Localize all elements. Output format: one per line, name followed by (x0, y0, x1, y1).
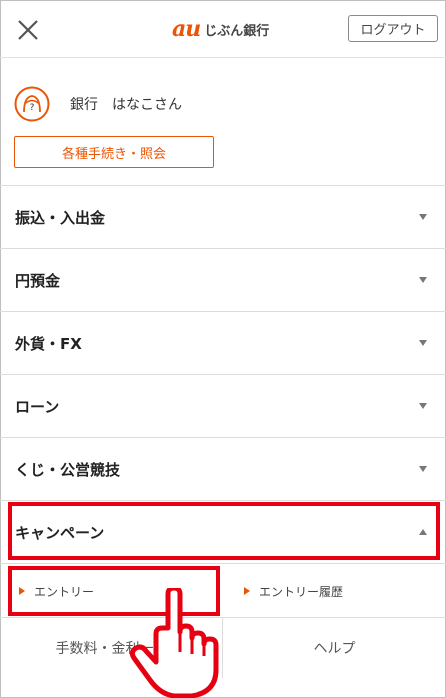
menu-item-lottery-racing[interactable]: くじ・公営競技 (0, 437, 446, 500)
brand-logo: au じぶん銀行 (172, 14, 269, 44)
header: au じぶん銀行 ログアウト (0, 0, 446, 58)
menu-item-label: 円預金 (15, 271, 61, 290)
svg-text:?: ? (30, 103, 35, 113)
menu-item-loan[interactable]: ローン (0, 374, 446, 437)
menu-item-label: キャンペーン (15, 523, 105, 542)
menu-item-label: 振込・入出金 (15, 208, 106, 227)
submenu-item-label: エントリー (34, 584, 95, 599)
close-button[interactable] (14, 16, 42, 44)
pointing-hand-icon (130, 588, 219, 698)
user-name: 銀行 はなこさん (70, 97, 182, 113)
brand-name: じぶん銀行 (204, 23, 270, 39)
help-link[interactable]: ヘルプ (223, 618, 446, 678)
close-icon (18, 20, 38, 40)
menu-item-campaign[interactable]: キャンペーン (0, 500, 446, 563)
chevron-down-icon (419, 214, 427, 220)
brand-mark: au (172, 16, 201, 42)
submenu-item-entry[interactable]: エントリー (18, 564, 94, 618)
logout-button[interactable]: ログアウト (348, 15, 438, 42)
chevron-down-icon (419, 466, 427, 472)
campaign-submenu: エントリー エントリー履歴 (0, 563, 446, 617)
chevron-down-icon (419, 277, 427, 283)
chevron-down-icon (419, 403, 427, 409)
chevron-down-icon (419, 340, 427, 346)
menu-item-transfer[interactable]: 振込・入出金 (0, 185, 446, 248)
chevron-up-icon (419, 529, 427, 535)
menu-item-label: くじ・公営競技 (15, 460, 121, 479)
submenu-item-entry-history[interactable]: エントリー履歴 (243, 564, 343, 618)
procedures-button[interactable]: 各種手続き・照会 (14, 136, 214, 168)
submenu-item-label: エントリー履歴 (259, 584, 344, 599)
footer: 手数料・金利一覧 ヘルプ (0, 617, 446, 678)
user-info: ? 銀行 はなこさん (14, 86, 182, 122)
triangle-right-icon (244, 587, 250, 595)
triangle-right-icon (19, 587, 25, 595)
user-avatar-icon: ? (14, 86, 50, 122)
menu-item-label: 外貨・FX (15, 334, 82, 353)
menu-item-yen-deposit[interactable]: 円預金 (0, 248, 446, 311)
menu-item-foreign-fx[interactable]: 外貨・FX (0, 311, 446, 374)
menu-item-label: ローン (15, 397, 60, 416)
